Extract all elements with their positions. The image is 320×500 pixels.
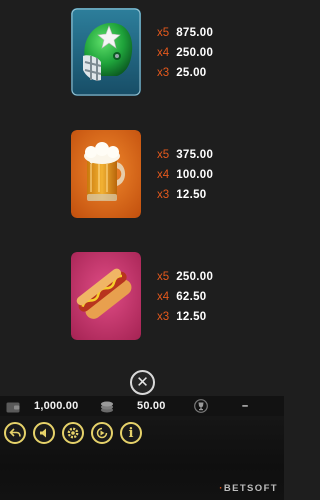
paytable-row-beer: x5 375.00 x4 100.00 x3 12.50 (0, 130, 284, 220)
win-value: – (242, 400, 249, 412)
pay-amount: 375.00 (176, 149, 214, 161)
pay-amount: 250.00 (176, 271, 214, 283)
pay-multiplier: x3 (157, 189, 170, 201)
football-helmet-icon (71, 8, 141, 96)
pay-multiplier: x3 (157, 67, 170, 79)
pay-multiplier: x4 (157, 47, 170, 59)
pay-line: x3 12.50 (157, 185, 267, 205)
pay-amount: 12.50 (176, 311, 207, 323)
sound-button[interactable] (33, 422, 55, 444)
pay-line: x4 250.00 (157, 43, 267, 63)
control-bar: i ·BETSOFT (0, 416, 284, 500)
settings-icon (67, 427, 79, 439)
pay-amount: 875.00 (176, 27, 214, 39)
pay-line: x4 100.00 (157, 165, 267, 185)
pay-line: x3 25.00 (157, 63, 267, 83)
autoplay-button[interactable] (91, 422, 113, 444)
pay-amount: 250.00 (176, 47, 214, 59)
pay-line: x4 62.50 (157, 287, 267, 307)
pay-line: x5 375.00 (157, 145, 267, 165)
balance-value: 1,000.00 (34, 400, 79, 412)
pay-amount: 62.50 (176, 291, 207, 303)
close-icon: ✕ (136, 374, 149, 391)
pay-amount: 25.00 (176, 67, 207, 79)
provider-logo-text: BETSOFT (223, 483, 278, 494)
settings-button[interactable] (62, 422, 84, 444)
back-icon (9, 428, 21, 437)
beer-mug-icon (71, 130, 141, 218)
bet-value: 50.00 (137, 400, 166, 412)
provider-logo: ·BETSOFT (219, 483, 278, 494)
paytable-pays-beer: x5 375.00 x4 100.00 x3 12.50 (157, 145, 267, 205)
pay-multiplier: x5 (157, 149, 170, 161)
autoplay-icon (96, 427, 108, 439)
pay-multiplier: x3 (157, 311, 170, 323)
status-bar: 1,000.00 50.00 – (0, 396, 284, 416)
paytable-pays-helmet: x5 875.00 x4 250.00 x3 25.00 (157, 23, 267, 83)
pay-multiplier: x4 (157, 169, 170, 181)
back-button[interactable] (4, 422, 26, 444)
paytable-row-helmet: x5 875.00 x4 250.00 x3 25.00 (0, 8, 284, 98)
pay-line: x5 875.00 (157, 23, 267, 43)
hot-dog-icon (71, 252, 141, 340)
info-button[interactable]: i (120, 422, 142, 444)
pay-line: x5 250.00 (157, 267, 267, 287)
paytable-pays-hotdog: x5 250.00 x4 62.50 x3 12.50 (157, 267, 267, 327)
info-icon: i (128, 425, 134, 441)
close-button[interactable]: ✕ (130, 370, 155, 395)
pay-multiplier: x4 (157, 291, 170, 303)
pay-amount: 12.50 (176, 189, 207, 201)
pay-amount: 100.00 (176, 169, 214, 181)
paytable: x5 875.00 x4 250.00 x3 25.00 x5 375.00 x… (0, 0, 284, 390)
sound-icon (40, 428, 46, 438)
pay-multiplier: x5 (157, 271, 170, 283)
pay-line: x3 12.50 (157, 307, 267, 327)
paytable-row-hotdog: x5 250.00 x4 62.50 x3 12.50 (0, 252, 284, 342)
pay-multiplier: x5 (157, 27, 170, 39)
